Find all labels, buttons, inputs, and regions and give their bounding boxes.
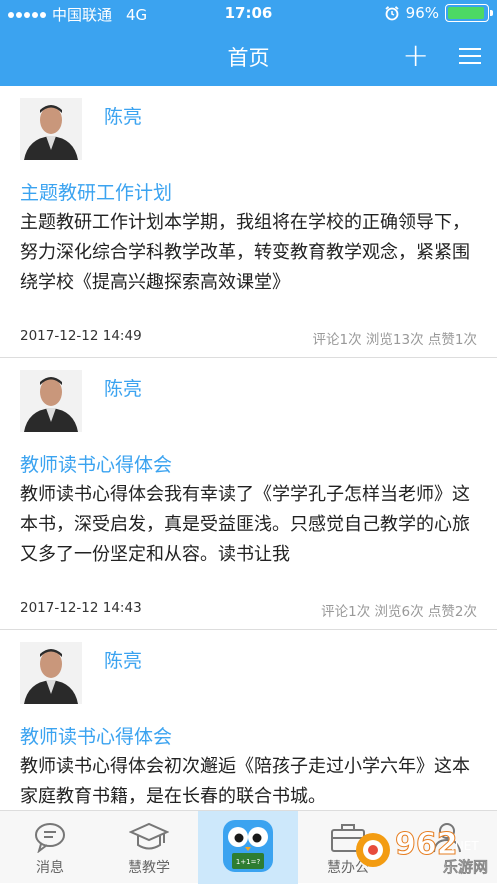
menu-icon[interactable] [459,48,481,64]
watermark-logo: 962 .NET 乐游网 [356,827,488,876]
avatar[interactable] [20,370,82,432]
post-title[interactable]: 教师读书心得体会 [20,722,172,749]
post-excerpt: 主题教研工作计划本学期，我组将在学校的正确领导下，努力深化综合学科教学改革，转变… [20,212,470,293]
post-card[interactable]: 陈亮 教师读书心得体会 教师读书心得体会初次邂逅《陪孩子走过小学六年》这本家庭教… [0,630,497,810]
chat-bubble-icon [35,823,65,853]
post-timestamp: 2017-12-12 14:43 [20,600,142,616]
app-header: 中国联通 4G 17:06 96% 首页 + [0,0,497,86]
battery-percent: 96% [405,4,439,22]
tab-home[interactable]: 1+1=? [198,811,298,884]
post-feed[interactable]: 陈亮 主题教研工作计划 主题教研工作计划本学期，我组将在学校的正确领导下，努力深… [0,86,497,810]
post-stats: 评论1次 浏览13次 点赞1次 [312,332,477,348]
avatar[interactable] [20,98,82,160]
post-card[interactable]: 陈亮 教师读书心得体会 教师读书心得体会我有幸读了《学学孔子怎样当老师》这本书，… [0,358,497,630]
svg-text:1+1=?: 1+1=? [236,858,261,866]
tab-messages[interactable]: 消息 [0,811,100,884]
person-photo [20,642,82,704]
post-excerpt: 教师读书心得体会我有幸读了《学学孔子怎样当老师》这本书，深受启发，真是受益匪浅。… [20,484,470,565]
tab-label: 消息 [36,860,64,876]
person-photo [20,370,82,432]
plus-icon[interactable]: + [402,36,429,74]
avatar[interactable] [20,642,82,704]
battery-fill [448,7,485,19]
post-title[interactable]: 教师读书心得体会 [20,450,172,477]
owl-mascot-icon: 1+1=? [223,820,273,872]
status-right: 96% [384,4,493,22]
post-excerpt: 教师读书心得体会初次邂逅《陪孩子走过小学六年》这本家庭教育书籍，是在长春的联合书… [20,756,470,807]
tab-label: 慧教学 [128,860,170,876]
post-title[interactable]: 主题教研工作计划 [20,178,172,205]
watermark-domain: .NET [451,839,479,853]
graduation-cap-icon [129,822,169,850]
battery-icon [445,4,493,22]
author-name[interactable]: 陈亮 [104,102,142,129]
author-name[interactable]: 陈亮 [104,374,142,401]
alarm-icon [385,6,399,21]
watermark-number: 962 [395,827,458,862]
watermark-subtext: 乐游网 [443,858,488,876]
status-bar: 中国联通 4G 17:06 96% [0,4,497,26]
post-stats: 评论1次 浏览6次 点赞2次 [321,604,477,620]
post-card[interactable]: 陈亮 主题教研工作计划 主题教研工作计划本学期，我组将在学校的正确领导下，努力深… [0,86,497,358]
author-name[interactable]: 陈亮 [104,646,142,673]
person-photo [20,98,82,160]
post-timestamp: 2017-12-12 14:49 [20,328,142,344]
tab-teaching[interactable]: 慧教学 [99,811,199,884]
